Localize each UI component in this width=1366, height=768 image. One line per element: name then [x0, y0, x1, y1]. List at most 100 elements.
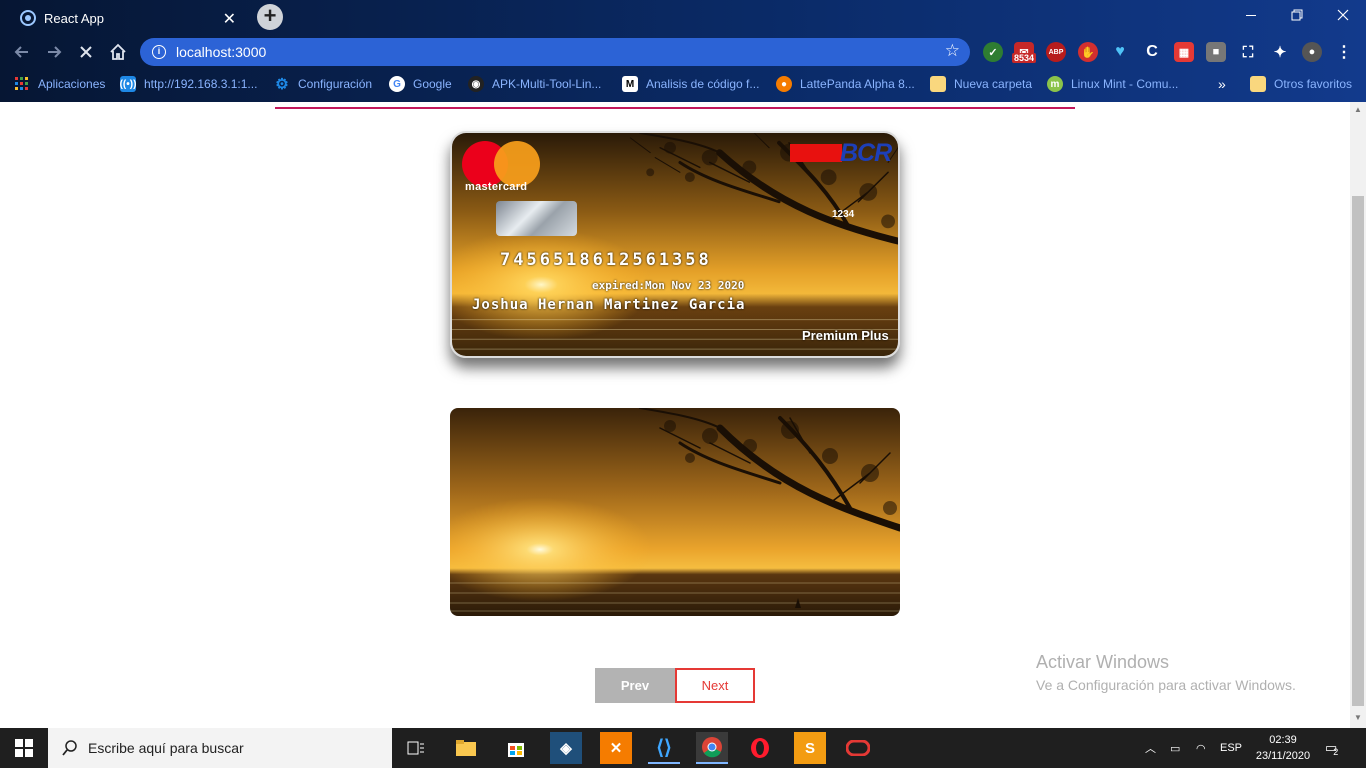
close-window-button[interactable] — [1320, 0, 1366, 30]
shield-extension-icon[interactable]: ✓ — [983, 42, 1003, 62]
bookmark-label: Configuración — [298, 77, 373, 91]
xampp-icon[interactable]: ✕ — [600, 732, 632, 764]
windows-logo-icon — [15, 739, 33, 757]
back-arrow-icon — [14, 46, 28, 58]
bookmark-otros-favoritos[interactable]: Otros favoritos — [1250, 76, 1352, 92]
mastercard-logo: mastercard — [462, 141, 544, 193]
card-brand-text: mastercard — [465, 181, 528, 193]
card-cvv: 1234 — [832, 209, 855, 220]
activate-windows-subtitle: Ve a Configuración para activar Windows. — [1036, 677, 1296, 693]
next-button[interactable]: Next — [675, 668, 755, 703]
tab-bar: React App ✕ + — [0, 0, 1366, 34]
puzzle-extensions-icon[interactable]: ✦ — [1270, 42, 1290, 62]
prev-button[interactable]: Prev — [595, 668, 675, 703]
site-info-icon[interactable]: i — [152, 45, 166, 59]
sublime-text-icon[interactable]: S — [794, 732, 826, 764]
medium-icon: M — [622, 76, 638, 92]
back-button[interactable] — [10, 40, 34, 64]
browser-chrome: React App ✕ + i localhost:3000 ☆ ✓ ABP ✋… — [0, 0, 1366, 102]
bookmark-linux-mint[interactable]: m Linux Mint - Comu... — [1047, 76, 1178, 92]
bookmark-aplicaciones[interactable]: Aplicaciones — [14, 76, 105, 92]
gray-extension-icon[interactable]: ■ — [1206, 42, 1226, 62]
card-chip — [496, 201, 577, 236]
stop-reload-button[interactable] — [74, 40, 98, 64]
card-back — [450, 408, 900, 616]
grid-extension-icon[interactable]: ▦ — [1174, 42, 1194, 62]
start-button[interactable] — [0, 728, 48, 768]
forward-arrow-icon — [48, 46, 62, 58]
page-content: mastercard BCR 1234 7456518612561358 exp… — [0, 102, 1350, 728]
card-expiry: expired:Mon Nov 23 2020 — [592, 279, 745, 292]
profile-avatar[interactable]: ● — [1302, 42, 1322, 62]
bookmark-lattepanda[interactable]: ● LattePanda Alpha 8... — [776, 76, 915, 92]
system-clock[interactable]: 02:39 23/11/2020 — [1248, 732, 1318, 764]
scroll-up-arrow-icon[interactable]: ▲ — [1350, 102, 1366, 118]
notification-count: 2 — [1333, 747, 1339, 757]
language-indicator[interactable]: ESP — [1220, 728, 1242, 768]
bookmark-nueva-carpeta[interactable]: Nueva carpeta — [930, 76, 1032, 92]
vscode-icon[interactable]: ⟨⟩ — [648, 732, 680, 764]
bank-logo: BCR — [790, 139, 892, 167]
stop-hand-extension-icon[interactable]: ✋ — [1078, 42, 1098, 62]
folder-icon — [1250, 76, 1266, 92]
screen-capture-icon[interactable]: ⛶ — [1238, 42, 1258, 62]
folder-icon — [930, 76, 946, 92]
bookmark-label: Analisis de código f... — [646, 77, 760, 91]
bookmark-analisis-codigo[interactable]: M Analisis de código f... — [622, 76, 759, 92]
microsoft-store-icon[interactable] — [500, 732, 532, 764]
more-bookmarks-chevron[interactable]: » — [1218, 76, 1226, 92]
clock-date: 23/11/2020 — [1255, 750, 1311, 762]
scrollbar-thumb[interactable] — [1352, 196, 1364, 706]
search-icon — [62, 740, 77, 756]
new-tab-button[interactable]: + — [257, 4, 283, 30]
address-bar[interactable]: i localhost:3000 ☆ — [140, 38, 970, 66]
mint-icon: m — [1047, 76, 1063, 92]
bookmark-label: Nueva carpeta — [954, 77, 1033, 91]
tab-close-icon[interactable]: ✕ — [223, 9, 236, 29]
forward-button[interactable] — [42, 40, 66, 64]
oracle-icon[interactable] — [842, 732, 874, 764]
show-hidden-icons-chevron[interactable]: ︿ — [1145, 728, 1156, 768]
bookmark-label: Linux Mint - Comu... — [1071, 77, 1179, 91]
restore-icon — [1291, 9, 1303, 21]
bookmark-router[interactable]: ((•)) http://192.168.3.1:1... — [120, 76, 257, 92]
bookmarks-bar: Aplicaciones ((•)) http://192.168.3.1:1.… — [0, 72, 1366, 96]
taskbar-search-box[interactable]: Escribe aquí para buscar — [48, 728, 392, 768]
battery-icon[interactable]: ▭ — [1170, 728, 1180, 768]
c-extension-icon[interactable]: C — [1142, 42, 1162, 62]
vertical-scrollbar[interactable]: ▲ ▼ — [1350, 102, 1366, 728]
bookmark-configuracion[interactable]: ⚙ Configuración — [274, 76, 373, 93]
bookmark-label: APK-Multi-Tool-Lin... — [492, 77, 602, 91]
bookmark-label: Aplicaciones — [38, 77, 106, 91]
tab-title: React App — [44, 10, 104, 26]
adblock-extension-icon[interactable]: ABP — [1046, 42, 1066, 62]
card-holder-name: Joshua Hernan Martinez Garcia — [472, 297, 746, 313]
bookmark-star-icon[interactable]: ☆ — [945, 41, 960, 61]
bookmark-apk-multi-tool[interactable]: ◉ APK-Multi-Tool-Lin... — [468, 76, 601, 92]
opera-icon[interactable] — [744, 732, 776, 764]
menu-kebab-icon[interactable]: ⋮ — [1334, 42, 1354, 62]
clock-time: 02:39 — [1269, 734, 1297, 746]
heart-extension-icon[interactable]: ♥ — [1110, 42, 1130, 62]
bookmark-google[interactable]: G Google — [389, 76, 452, 92]
bookmark-label: Otros favoritos — [1274, 77, 1353, 91]
bookmark-label: Google — [413, 77, 452, 91]
restore-button[interactable] — [1274, 0, 1320, 30]
github-icon: ◉ — [468, 76, 484, 92]
header-divider — [275, 107, 1075, 109]
lattepanda-icon: ● — [776, 76, 792, 92]
react-favicon-icon — [20, 10, 36, 26]
tab-react-app[interactable]: React App ✕ — [8, 2, 248, 34]
stop-icon — [80, 46, 92, 58]
mysql-workbench-icon[interactable]: ◈ — [550, 732, 582, 764]
home-button[interactable] — [106, 40, 130, 64]
url-text[interactable]: localhost:3000 — [176, 44, 266, 60]
scroll-down-arrow-icon[interactable]: ▼ — [1350, 710, 1366, 726]
minimize-button[interactable] — [1228, 0, 1274, 30]
task-view-icon[interactable] — [400, 732, 432, 764]
chrome-icon[interactable] — [696, 732, 728, 764]
notification-center-icon[interactable]: ▭ 2 — [1325, 728, 1338, 768]
apps-grid-icon — [14, 76, 30, 92]
file-explorer-icon[interactable] — [450, 732, 482, 764]
wifi-icon[interactable]: ◠ — [1196, 728, 1206, 768]
